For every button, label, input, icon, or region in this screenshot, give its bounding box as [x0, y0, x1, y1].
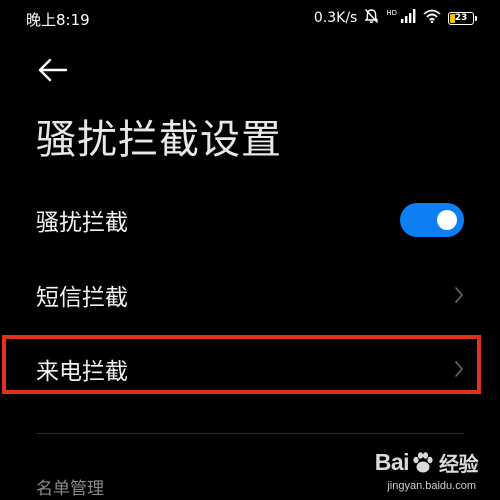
chevron-right-icon	[455, 287, 463, 303]
wifi-icon	[423, 9, 441, 27]
watermark-url: jingyan.baidu.com	[387, 480, 476, 492]
signal-icon	[401, 9, 416, 27]
status-time: 晚上8:19	[26, 11, 90, 29]
row-label: 短信拦截	[36, 285, 128, 311]
status-bar: 晚上8:19 0.3K/s HD 23	[0, 0, 500, 36]
harassment-block-toggle[interactable]	[400, 203, 464, 237]
status-icons: 0.3K/s HD 23	[313, 8, 477, 28]
hd-badge: HD	[386, 9, 397, 17]
page-title: 骚扰拦截设置	[36, 117, 282, 163]
network-speed: 0.3K/s	[313, 10, 358, 26]
mute-bell-icon	[364, 8, 379, 28]
divider	[36, 433, 464, 434]
settings-row-sms-block[interactable]: 短信拦截	[0, 258, 500, 332]
section-header-list-management: 名单管理	[36, 479, 104, 499]
battery-icon: 23	[448, 11, 477, 25]
highlight-box	[2, 335, 481, 394]
paw-icon	[413, 451, 433, 472]
back-button[interactable]	[36, 56, 70, 84]
watermark: Bai 经验 jingyan.baidu.com	[338, 440, 479, 496]
battery-level: 23	[454, 12, 468, 23]
row-label: 骚扰拦截	[36, 210, 128, 236]
settings-row-harassment-block[interactable]: 骚扰拦截	[0, 183, 500, 257]
watermark-logo: Bai 经验	[374, 449, 479, 476]
back-arrow-icon	[38, 58, 68, 82]
toggle-knob	[437, 210, 457, 230]
